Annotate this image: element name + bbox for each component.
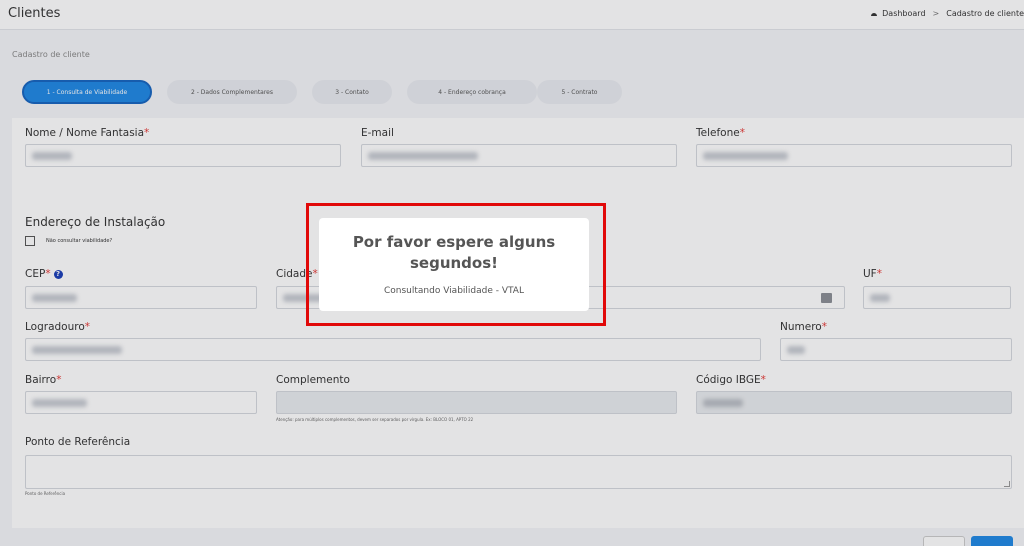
- modal-title: Por favor espere alguns segundos!: [352, 233, 556, 272]
- loading-modal: Por favor espere alguns segundos! Consul…: [319, 218, 589, 311]
- modal-subtitle: Consultando Viabilidade - VTAL: [384, 286, 524, 296]
